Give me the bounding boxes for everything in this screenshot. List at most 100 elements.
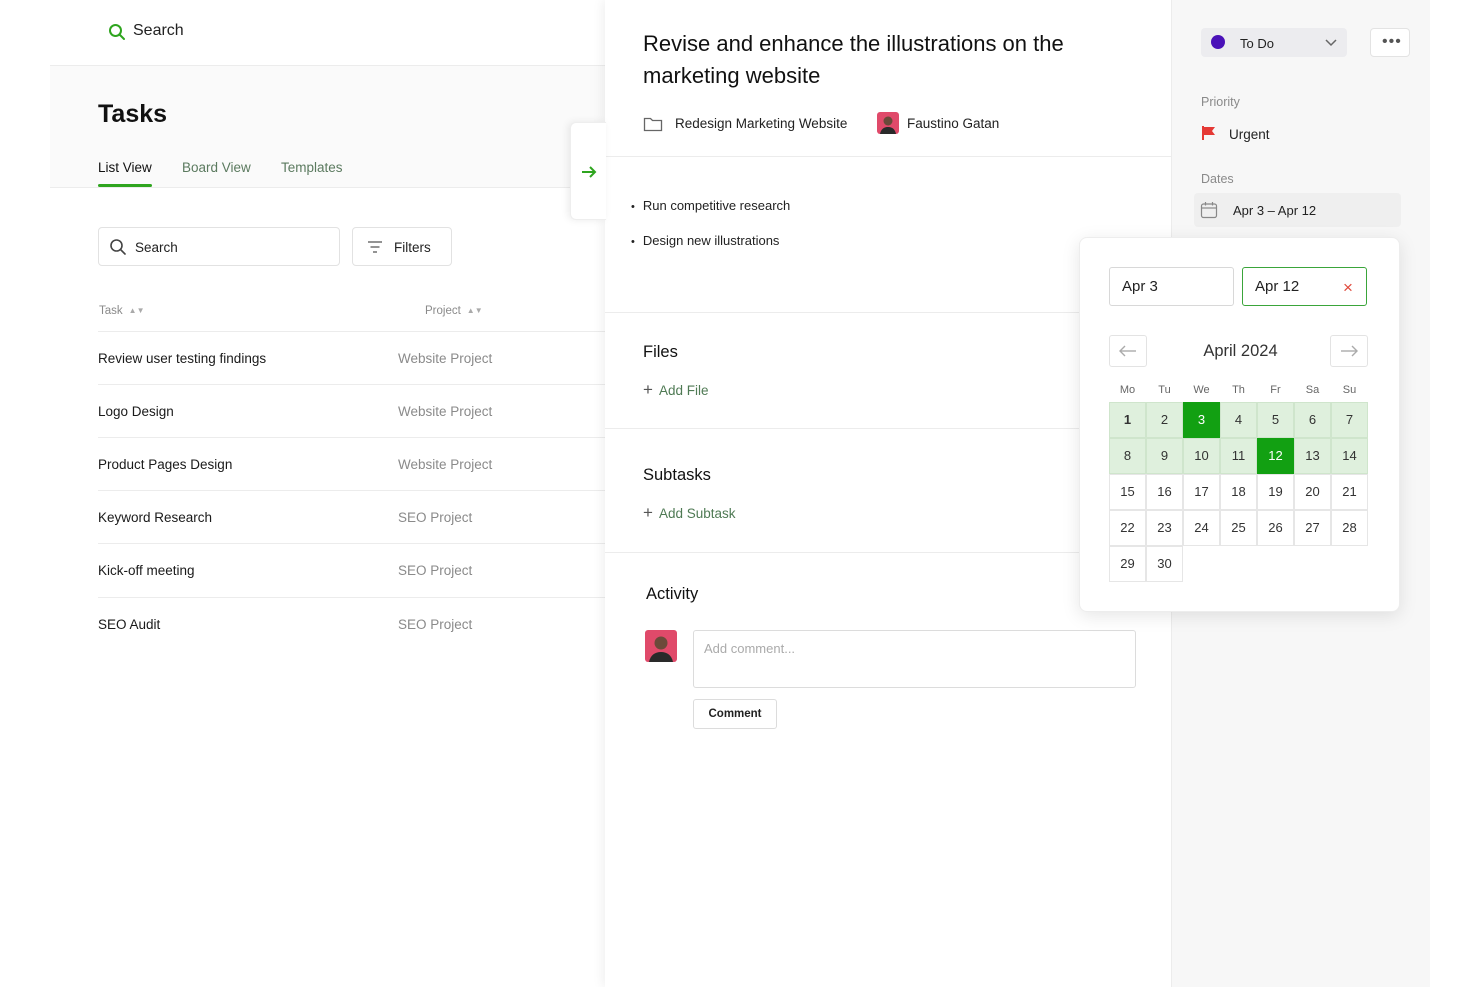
calendar-day[interactable]: 22	[1109, 510, 1146, 546]
column-header-task[interactable]: Task ▲▼	[99, 305, 145, 317]
filters-label: Filters	[394, 240, 431, 255]
add-subtask-label: Add Subtask	[658, 506, 736, 521]
table-row[interactable]: SEO Audit SEO Project	[98, 597, 606, 650]
calendar-day[interactable]: 21	[1331, 474, 1368, 510]
calendar-icon	[1200, 202, 1218, 219]
date-picker-popover: × April 2024 MoTuWeThFrSaSu1234567891011…	[1079, 237, 1400, 612]
priority-value[interactable]: Urgent	[1229, 127, 1270, 142]
weekday-label: Tu	[1158, 384, 1171, 396]
weekday-label: Th	[1232, 384, 1245, 396]
tasks-header: Tasks List View Board View Templates	[50, 66, 606, 188]
flag-icon	[1202, 126, 1215, 140]
calendar-day[interactable]: 13	[1294, 438, 1331, 474]
task-name: Kick-off meeting	[98, 563, 195, 578]
tab-templates[interactable]: Templates	[281, 160, 343, 175]
calendar-day[interactable]: 1	[1109, 402, 1146, 438]
calendar-day[interactable]: 25	[1220, 510, 1257, 546]
collapse-panel-button[interactable]	[570, 122, 606, 220]
table-row[interactable]: Kick-off meeting SEO Project	[98, 543, 606, 596]
calendar-day[interactable]: 2	[1146, 402, 1183, 438]
task-name: SEO Audit	[98, 617, 161, 632]
calendar-day[interactable]: 7	[1331, 402, 1368, 438]
column-header-project[interactable]: Project ▲▼	[425, 305, 483, 317]
calendar-day[interactable]: 19	[1257, 474, 1294, 510]
assignee-name[interactable]: Faustino Gatan	[907, 116, 999, 131]
priority-label: Priority	[1201, 95, 1240, 109]
task-search-placeholder: Search	[135, 240, 178, 255]
calendar-day[interactable]: 9	[1146, 438, 1183, 474]
end-date-input[interactable]	[1255, 278, 1345, 295]
task-project: SEO Project	[398, 510, 473, 525]
calendar-day[interactable]: 23	[1146, 510, 1183, 546]
comment-field[interactable]	[693, 630, 1136, 688]
task-title[interactable]: Revise and enhance the illustrations on …	[643, 28, 1113, 92]
add-file-button[interactable]: + Add File	[643, 380, 708, 400]
calendar-day[interactable]: 6	[1294, 402, 1331, 438]
calendar-day[interactable]: 5	[1257, 402, 1294, 438]
weekday-label: Fr	[1270, 384, 1281, 396]
calendar-day[interactable]: 28	[1331, 510, 1368, 546]
status-dot	[1211, 35, 1225, 49]
calendar-day[interactable]: 29	[1109, 546, 1146, 582]
table-row[interactable]: Product Pages Design Website Project	[98, 437, 606, 490]
calendar-day[interactable]: 3	[1183, 402, 1220, 438]
divider	[605, 156, 1171, 157]
calendar-day[interactable]: 14	[1331, 438, 1368, 474]
description-bullet: Design new illustrations	[631, 233, 780, 248]
comment-input[interactable]	[704, 641, 1124, 656]
files-title: Files	[643, 343, 678, 361]
status-dropdown[interactable]: To Do	[1201, 28, 1347, 57]
add-subtask-button[interactable]: + Add Subtask	[643, 503, 736, 523]
filter-icon	[368, 241, 382, 253]
task-project: Website Project	[398, 457, 493, 472]
task-name: Product Pages Design	[98, 457, 233, 472]
arrow-right-icon	[582, 166, 597, 178]
global-search[interactable]: Search	[50, 0, 606, 66]
table-row[interactable]: Keyword Research SEO Project	[98, 490, 606, 543]
arrow-right-icon	[1341, 345, 1358, 357]
sort-icon: ▲▼	[128, 306, 145, 315]
avatar	[645, 630, 677, 662]
start-date-input[interactable]	[1122, 278, 1212, 295]
next-month-button[interactable]	[1330, 335, 1368, 367]
table-row[interactable]: Review user testing findings Website Pro…	[98, 331, 606, 384]
start-date-field[interactable]	[1109, 267, 1234, 306]
task-search-input[interactable]: Search	[98, 227, 340, 266]
subtasks-title: Subtasks	[643, 466, 711, 484]
sort-icon: ▲▼	[466, 306, 483, 315]
comment-button[interactable]: Comment	[693, 699, 777, 729]
calendar-day[interactable]: 4	[1220, 402, 1257, 438]
avatar	[877, 112, 899, 134]
folder-icon	[643, 117, 663, 132]
search-icon	[110, 239, 126, 255]
calendar-day[interactable]: 11	[1220, 438, 1257, 474]
add-file-label: Add File	[658, 383, 709, 398]
calendar-day[interactable]: 12	[1257, 438, 1294, 474]
table-row[interactable]: Logo Design Website Project	[98, 384, 606, 437]
calendar-day[interactable]: 16	[1146, 474, 1183, 510]
calendar-day[interactable]: 26	[1257, 510, 1294, 546]
task-project-link[interactable]: Redesign Marketing Website	[675, 116, 847, 131]
plus-icon: +	[643, 380, 653, 399]
calendar-day[interactable]: 10	[1183, 438, 1220, 474]
tab-list-view[interactable]: List View	[98, 160, 152, 187]
calendar-day[interactable]: 15	[1109, 474, 1146, 510]
dates-field[interactable]: Apr 3 – Apr 12	[1194, 193, 1401, 227]
calendar-day[interactable]: 8	[1109, 438, 1146, 474]
close-icon[interactable]: ×	[1343, 278, 1353, 298]
more-options-button[interactable]: •••	[1370, 28, 1410, 57]
calendar-day[interactable]: 18	[1220, 474, 1257, 510]
status-label: To Do	[1240, 36, 1274, 51]
calendar-day[interactable]: 30	[1146, 546, 1183, 582]
task-name: Review user testing findings	[98, 351, 267, 366]
calendar-day[interactable]: 27	[1294, 510, 1331, 546]
column-header-project-label: Project	[425, 305, 461, 317]
tab-board-view[interactable]: Board View	[182, 160, 251, 175]
calendar-day[interactable]: 20	[1294, 474, 1331, 510]
calendar-day[interactable]: 17	[1183, 474, 1220, 510]
task-project: SEO Project	[398, 563, 473, 578]
calendar-day[interactable]: 24	[1183, 510, 1220, 546]
weekday-label: Su	[1342, 384, 1357, 396]
end-date-field[interactable]: ×	[1242, 267, 1367, 306]
filters-button[interactable]: Filters	[352, 227, 452, 266]
